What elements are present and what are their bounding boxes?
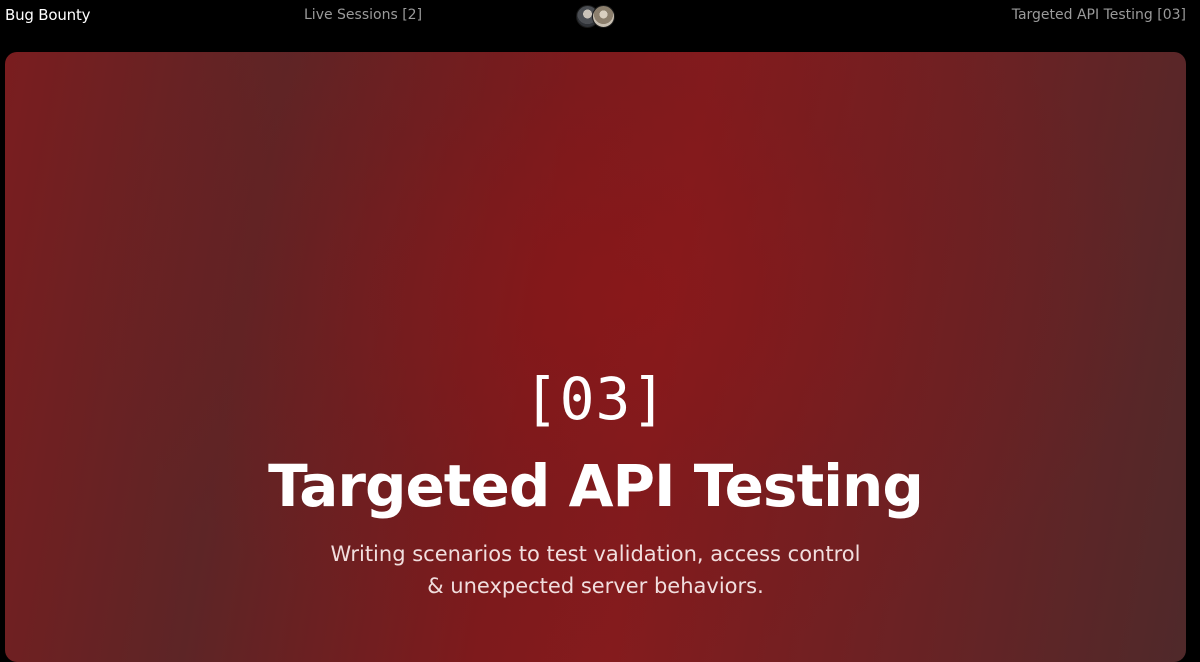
hero-description-line: Writing scenarios to test validation, ac… xyxy=(330,542,861,566)
hero-description: Writing scenarios to test validation, ac… xyxy=(295,538,896,602)
hero-card: [03] Targeted API Testing Writing scenar… xyxy=(5,52,1186,662)
brand-logo[interactable]: Bug Bounty xyxy=(5,6,91,24)
hero-description-line: & unexpected server behaviors. xyxy=(427,574,764,598)
section-number: [03] xyxy=(523,365,668,433)
avatar-group[interactable] xyxy=(576,5,616,28)
top-bar: Bug Bounty Live Sessions [2] Targeted AP… xyxy=(0,0,1200,34)
hero-title: Targeted API Testing xyxy=(268,452,924,520)
live-sessions-link[interactable]: Live Sessions [2] xyxy=(304,7,422,23)
current-section-link[interactable]: Targeted API Testing [03] xyxy=(1012,7,1186,23)
avatar[interactable] xyxy=(592,5,615,28)
